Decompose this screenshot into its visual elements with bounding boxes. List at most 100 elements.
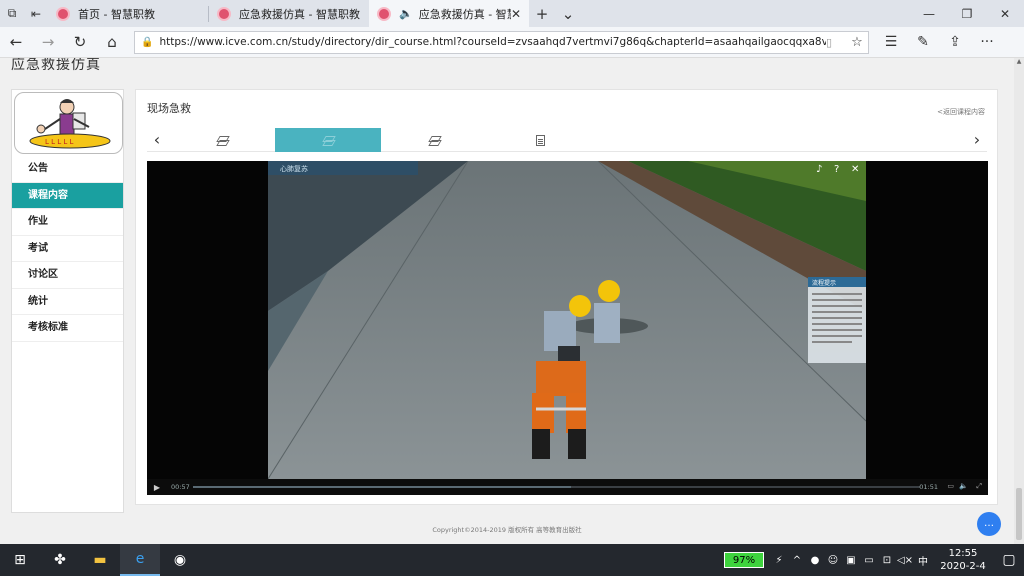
new-tab-button[interactable]: + <box>529 5 555 23</box>
close-tab-icon[interactable]: ✕ <box>511 7 521 21</box>
footer-copyright: Copyright©2014-2019 版权所有 高等教育出版社 <box>432 526 582 534</box>
next-arrow-icon[interactable]: › <box>967 128 987 152</box>
section-title: 现场急救 <box>147 102 191 115</box>
url-text: https://www.icve.com.cn/study/directory/… <box>159 36 826 48</box>
restore-icon[interactable]: ❐ <box>948 7 986 21</box>
network-icon[interactable]: ⊡ <box>878 555 896 566</box>
notes-pen-icon[interactable]: ✎ <box>907 34 939 50</box>
sim-help-icon[interactable]: ? <box>834 164 839 175</box>
simulation-video-frame[interactable]: 心肺复苏 ♪ ? ✕ 流程提示 <box>268 161 866 479</box>
progress-bar[interactable] <box>193 486 920 488</box>
duration: 01:51 <box>919 483 938 491</box>
keyboard-icon[interactable]: ▭ <box>860 555 878 566</box>
address-bar-row: ← → ↻ ⌂ 🔒 https://www.icve.com.cn/study/… <box>0 27 1024 58</box>
pinwheel-app-icon[interactable]: ✤ <box>40 544 80 576</box>
qq-icon[interactable]: ☺ <box>824 555 842 566</box>
edge-browser-icon[interactable]: e <box>120 544 160 576</box>
clock[interactable]: 12:55 2020-2-4 <box>932 547 994 573</box>
tab-resource-1[interactable] <box>169 128 275 152</box>
home-icon[interactable]: ⌂ <box>96 33 128 51</box>
more-icon[interactable]: ··· <box>971 34 1003 50</box>
layers-icon <box>323 135 334 146</box>
tray-app2-icon[interactable]: ▣ <box>842 555 860 566</box>
course-title: 应急救援仿真 <box>11 58 101 73</box>
url-field[interactable]: 🔒 https://www.icve.com.cn/study/director… <box>134 30 869 54</box>
speaker-muted-icon[interactable]: ◁× <box>896 555 914 566</box>
scroll-thumb[interactable] <box>1016 488 1022 540</box>
ime-indicator[interactable]: 中 <box>914 553 932 568</box>
start-windows-icon[interactable]: ⊞ <box>0 544 40 576</box>
refresh-icon[interactable]: ↻ <box>64 33 96 51</box>
tab-resource-3[interactable] <box>381 128 487 152</box>
content-panel: 现场急救 <返回课程内容 ‹ › 心肺复苏 ♪ ? ✕ 流程提示 ▶ 00:57… <box>135 89 998 505</box>
minimize-icon[interactable]: — <box>910 7 948 21</box>
lock-icon: 🔒 <box>141 36 154 48</box>
tab-resource-4[interactable] <box>487 128 593 152</box>
reading-view-icon[interactable]: ▯ <box>826 36 846 49</box>
power-plug-icon[interactable]: ⚡ <box>770 555 788 566</box>
current-time: 00:57 <box>171 483 190 491</box>
sim-sound-icon[interactable]: ♪ <box>816 164 822 175</box>
tab-label: 首页 - 智慧职教 <box>78 7 155 21</box>
sidebar-item-exam[interactable]: 考试 <box>12 236 123 262</box>
sidebar-item-homework[interactable]: 作业 <box>12 209 123 236</box>
page-scrollbar[interactable]: ▲ <box>1014 58 1024 544</box>
sim-tab-label: 心肺复苏 <box>280 164 308 173</box>
page-content: 应急救援仿真 L L L L L 公告 课程内容 作业 考试 讨论区 统计 考核… <box>0 58 1014 544</box>
battery-indicator[interactable]: 97% <box>724 552 764 568</box>
sidebar-item-grading-criteria[interactable]: 考核标准 <box>12 315 123 342</box>
clock-date: 2020-2-4 <box>940 561 986 572</box>
close-window-icon[interactable]: ✕ <box>986 7 1024 21</box>
scroll-up-icon[interactable]: ▲ <box>1014 58 1024 68</box>
set-tabs-aside-icon[interactable]: ⇤ <box>24 0 48 27</box>
prev-arrow-icon[interactable]: ‹ <box>147 128 167 152</box>
tray-app-icon[interactable]: ● <box>806 555 824 566</box>
sidebar-item-course-content[interactable]: 课程内容 <box>12 182 123 209</box>
favorite-star-icon[interactable]: ☆ <box>846 35 868 50</box>
sidebar-item-announcements[interactable]: 公告 <box>12 156 123 183</box>
tab-simulation-2[interactable]: 🔈 应急救援仿真 - 智慧 ✕ <box>369 0 529 27</box>
forward-arrow-icon[interactable]: → <box>32 33 64 51</box>
tab-list-chevron-icon[interactable]: ⌄ <box>555 5 581 23</box>
system-tray: 97% ⚡ ^ ● ☺ ▣ ▭ ⊡ ◁× 中 12:55 2020-2-4 ▢ <box>724 544 1024 576</box>
tab-resource-2[interactable] <box>275 128 381 152</box>
tray-chevron-icon[interactable]: ^ <box>788 555 806 566</box>
tab-label: 应急救援仿真 - 智慧 <box>418 7 511 21</box>
window-controls: — ❐ ✕ <box>910 7 1024 21</box>
app-avatar-icon[interactable]: ◉ <box>160 544 200 576</box>
site-favicon-icon <box>377 6 391 21</box>
sim-close-icon[interactable]: ✕ <box>851 164 859 175</box>
svg-text:L L L L L: L L L L L <box>45 138 74 146</box>
chat-bubble-icon[interactable]: … <box>977 512 1001 536</box>
sidebar-item-discussion[interactable]: 讨论区 <box>12 262 123 289</box>
clock-time: 12:55 <box>948 548 978 559</box>
favorites-hub-icon[interactable]: ☰ <box>875 34 907 50</box>
tab-home[interactable]: 首页 - 智慧职教 <box>48 0 208 27</box>
course-sidebar: L L L L L 公告 课程内容 作业 考试 讨论区 统计 考核标准 <box>11 89 124 513</box>
resource-tabs: ‹ › <box>147 128 987 152</box>
back-to-content-link[interactable]: <返回课程内容 <box>937 107 985 117</box>
browser-toolbar: ☰ ✎ ⇪ ··· <box>875 34 1003 50</box>
fullscreen-icon[interactable]: ⤢ <box>976 482 982 491</box>
audio-playing-icon[interactable]: 🔈 <box>399 7 413 20</box>
file-explorer-icon[interactable]: ▬ <box>80 544 120 576</box>
quality-icon[interactable]: ▭ <box>947 482 954 490</box>
browser-tab-bar: ⧉ ⇤ 首页 - 智慧职教 应急救援仿真 - 智慧职教 🔈 应急救援仿真 - 智… <box>0 0 1024 27</box>
video-player[interactable]: 心肺复苏 ♪ ? ✕ 流程提示 ▶ 00:57 01:51 ▭ 🔈 ⤢ <box>147 161 988 495</box>
site-favicon-icon <box>217 6 231 21</box>
back-arrow-icon[interactable]: ← <box>0 33 32 51</box>
notification-icon[interactable]: ▢ <box>994 552 1024 568</box>
tab-actions-icon[interactable]: ⧉ <box>0 0 24 27</box>
share-icon[interactable]: ⇪ <box>939 34 971 50</box>
video-controls: ▶ 00:57 01:51 ▭ 🔈 ⤢ <box>147 479 988 495</box>
layers-icon <box>217 135 228 146</box>
site-favicon-icon <box>56 6 70 21</box>
document-icon <box>535 134 545 146</box>
volume-icon[interactable]: 🔈 <box>959 482 968 490</box>
play-icon[interactable]: ▶ <box>147 483 167 492</box>
course-avatar: L L L L L <box>14 92 123 154</box>
tab-simulation-1[interactable]: 应急救援仿真 - 智慧职教 <box>209 0 369 27</box>
sidebar-item-statistics[interactable]: 统计 <box>12 289 123 315</box>
process-hint-title: 流程提示 <box>812 279 836 287</box>
layers-icon <box>429 135 440 146</box>
